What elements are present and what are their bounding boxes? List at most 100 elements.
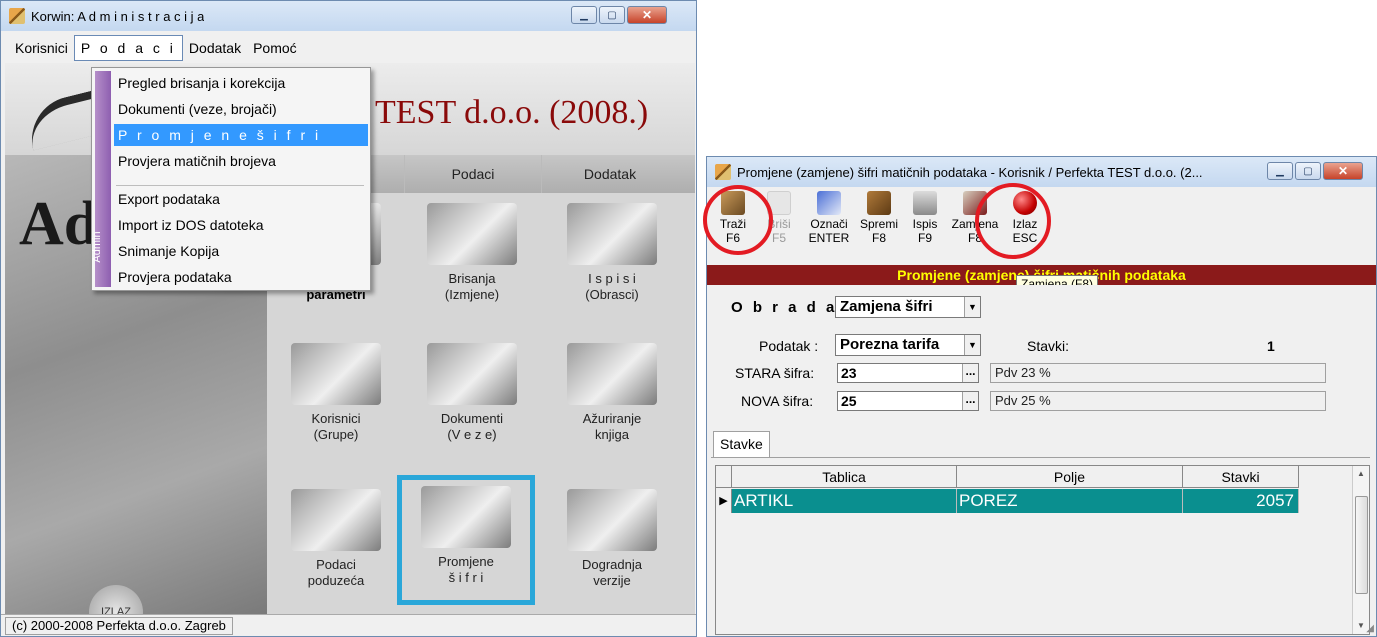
tile-dokumenti[interactable]: Dokumenti (V e z e) <box>407 337 537 459</box>
tile-label: Dogradnja verzije <box>582 557 642 588</box>
podatak-value: Porezna tarifa <box>840 336 940 353</box>
lookup-ellipsis-icon[interactable]: ... <box>962 392 978 410</box>
stara-sifra-value: 23 <box>841 365 857 381</box>
tile-promjene-sifri[interactable]: Promjene š i f r i <box>397 475 535 605</box>
menu-item-provjera-podataka[interactable]: Provjera podataka <box>114 266 368 288</box>
checklist-icon <box>817 191 841 215</box>
menu-korisnici[interactable]: Korisnici <box>9 36 74 60</box>
chevron-down-icon[interactable]: ▼ <box>964 297 980 317</box>
resize-grip-icon[interactable]: ◢ <box>1366 623 1374 634</box>
tile-podaci-poduzeca[interactable]: Podaci poduzeća <box>271 483 401 605</box>
tile-label: Promjene š i f r i <box>438 554 494 585</box>
ispis-label: Ispis <box>912 217 938 231</box>
stavke-grid: Tablica Polje Stavki ▶ ARTIKL POREZ 2057… <box>715 465 1370 635</box>
annotation-ring-trazi <box>703 185 773 255</box>
nova-sifra-input[interactable]: 25 ... <box>837 391 979 411</box>
obrada-value: Zamjena šifri <box>840 298 933 315</box>
spremi-key: F8 <box>871 231 886 245</box>
spremi-label: Spremi <box>859 217 898 231</box>
tile-azuriranje[interactable]: Ažuriranje knjiga <box>547 337 677 459</box>
nova-sifra-description: Pdv 25 % <box>990 391 1326 411</box>
podaci-dropdown-menu: Admin Pregled brisanja i korekcija Dokum… <box>91 67 371 291</box>
minimize-button[interactable]: ▁ <box>571 6 597 24</box>
tile-korisnici[interactable]: Korisnici (Grupe) <box>271 337 401 459</box>
stavki-count: 1 <box>1267 338 1275 354</box>
nova-sifra-label: NOVA šifra: <box>741 393 814 409</box>
scroll-thumb[interactable] <box>1355 496 1368 594</box>
printer-icon <box>913 191 937 215</box>
tile-label: Korisnici (Grupe) <box>311 411 361 442</box>
ispis-button[interactable]: Ispis F9 <box>903 187 947 265</box>
tile-label: Ažuriranje knjiga <box>582 411 642 442</box>
promjene-window-title: Promjene (zamjene) šifri matičnih podata… <box>737 164 1203 180</box>
tile-label: I s p i s i (Obrasci) <box>585 271 639 302</box>
grid-header-polje[interactable]: Polje <box>957 466 1183 487</box>
stara-sifra-label: STARA šifra: <box>735 365 815 381</box>
column-header-dodatak: Dodatak <box>541 155 678 193</box>
grid-header: Tablica Polje Stavki <box>716 466 1299 488</box>
oznaci-key: ENTER <box>808 231 850 245</box>
cell-tablica[interactable]: ARTIKL <box>732 489 957 513</box>
tile-label: Brisanja (Izmjene) <box>444 271 500 302</box>
menu-item-export[interactable]: Export podataka <box>114 188 368 210</box>
building-image-icon <box>291 489 381 551</box>
admin-window: Korwin: A d m i n i s t r a c i j a ▁ ▢ … <box>0 0 697 637</box>
podatak-label: Podatak : <box>759 338 819 354</box>
menu-item-provjera-maticnih[interactable]: Provjera matičnih brojeva <box>114 150 368 172</box>
promjene-window-titlebar[interactable]: Promjene (zamjene) šifri matičnih podata… <box>707 157 1376 187</box>
grid-header-stavki[interactable]: Stavki <box>1183 466 1299 487</box>
admin-window-titlebar[interactable]: Korwin: A d m i n i s t r a c i j a ▁ ▢ … <box>1 1 696 31</box>
tile-dogradnja[interactable]: Dogradnja verzije <box>547 483 677 605</box>
tab-divider <box>711 457 1370 458</box>
scroll-up-icon[interactable]: ▲ <box>1353 466 1369 482</box>
form-area: O b r a d a : Zamjena šifri ▼ Podatak : … <box>707 285 1376 636</box>
menu-pomoc[interactable]: Pomoć <box>247 36 303 60</box>
oznaci-button[interactable]: Označi ENTER <box>803 187 855 265</box>
stara-sifra-input[interactable]: 23 ... <box>837 363 979 383</box>
column-header-podaci: Podaci <box>404 155 541 193</box>
menu-separator <box>116 185 364 186</box>
menu-dodatak[interactable]: Dodatak <box>183 36 247 60</box>
izlaz-label: IZLAZ <box>101 606 131 614</box>
spremi-button[interactable]: Spremi F8 <box>857 187 901 265</box>
grid-vertical-scrollbar[interactable]: ▲ ▼ <box>1352 466 1369 634</box>
oznaci-label: Označi <box>810 217 848 231</box>
lookup-ellipsis-icon[interactable]: ... <box>962 364 978 382</box>
menu-item-promjene-sifri[interactable]: P r o m j e n e š i f r i <box>114 124 368 146</box>
maximize-button[interactable]: ▢ <box>599 6 625 24</box>
tab-stavke[interactable]: Stavke <box>713 431 770 457</box>
box-image-icon <box>567 489 657 551</box>
company-title: TEST d.o.o. (2008.) <box>375 94 649 131</box>
brisi-key: F5 <box>771 231 786 245</box>
close-button[interactable]: ✕ <box>1323 162 1363 180</box>
grid-indicator-header <box>716 466 732 487</box>
izlaz-button[interactable]: IZLAZ <box>89 585 143 614</box>
cell-polje[interactable]: POREZ <box>957 489 1183 513</box>
app-icon <box>715 164 731 180</box>
menubar: Korisnici P o d a c i Dodatak Pomoć <box>1 33 696 63</box>
tile-brisanja[interactable]: Brisanja (Izmjene) <box>407 197 537 319</box>
maximize-button[interactable]: ▢ <box>1295 162 1321 180</box>
nova-sifra-value: 25 <box>841 393 857 409</box>
document-image-icon <box>567 203 657 265</box>
table-row[interactable]: ▶ ARTIKL POREZ 2057 <box>716 489 1299 513</box>
menu-item-snimanje-kopija[interactable]: Snimanje Kopija <box>114 240 368 262</box>
admin-strip: Admin <box>91 71 111 287</box>
brand-letters: Ad <box>19 190 99 258</box>
cell-stavki[interactable]: 2057 <box>1183 489 1299 513</box>
annotation-ring-zamjena <box>975 183 1051 259</box>
admin-strip-label: Admin <box>91 231 103 263</box>
tile-ispisi[interactable]: I s p i s i (Obrasci) <box>547 197 677 319</box>
devices-image-icon <box>421 486 511 548</box>
menu-podaci[interactable]: P o d a c i <box>73 35 183 61</box>
menu-item-dokumenti[interactable]: Dokumenti (veze, brojači) <box>114 98 368 120</box>
obrada-select[interactable]: Zamjena šifri ▼ <box>835 296 981 318</box>
grid-header-tablica[interactable]: Tablica <box>732 466 957 487</box>
minimize-button[interactable]: ▁ <box>1267 162 1293 180</box>
close-button[interactable]: ✕ <box>627 6 667 24</box>
podatak-select[interactable]: Porezna tarifa ▼ <box>835 334 981 356</box>
chevron-down-icon[interactable]: ▼ <box>964 335 980 355</box>
menu-item-import[interactable]: Import iz DOS datoteka <box>114 214 368 236</box>
statusbar: (c) 2000-2008 Perfekta d.o.o. Zagreb <box>1 614 696 636</box>
menu-item-pregled-brisanja[interactable]: Pregled brisanja i korekcija <box>114 72 368 94</box>
